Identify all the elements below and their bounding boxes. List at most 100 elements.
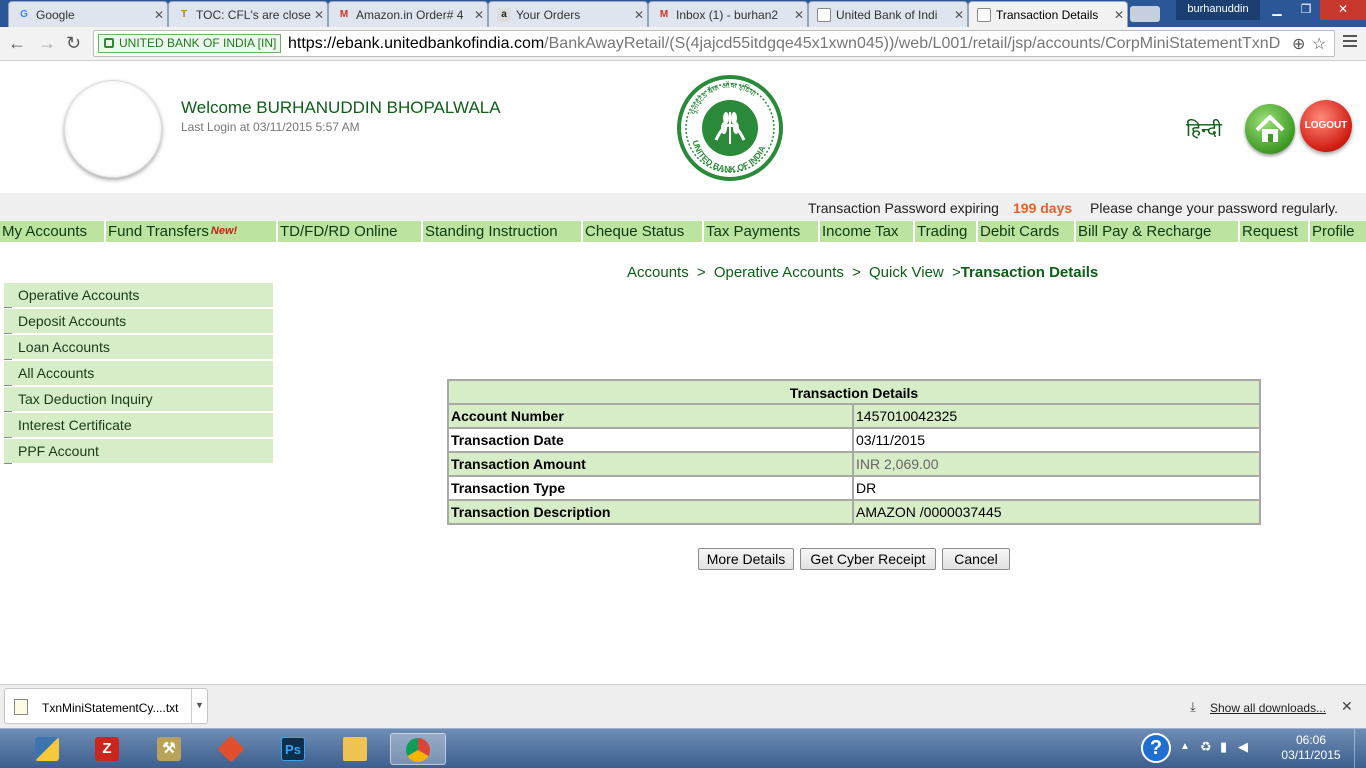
more-details-button[interactable]: More Details xyxy=(698,548,794,570)
close-tab-icon[interactable]: ✕ xyxy=(951,8,967,22)
python-taskbar-button[interactable] xyxy=(28,733,66,765)
logout-button[interactable]: LOGOUT xyxy=(1300,100,1352,152)
clock-date: 03/11/2015 xyxy=(1281,748,1341,762)
nav-income-tax[interactable]: Income Tax xyxy=(820,221,915,242)
profile-name[interactable]: burhanuddin xyxy=(1176,0,1260,20)
help-icon[interactable]: ? xyxy=(1141,733,1171,763)
tab-title: Amazon.in Order# 4 xyxy=(356,7,464,22)
transaction-date-value: 03/11/2015 xyxy=(856,432,926,448)
browser-tab-your-orders[interactable]: a Your Orders ✕ xyxy=(488,1,648,27)
nav-td-fd-rd-online[interactable]: TD/FD/RD Online xyxy=(278,221,423,242)
volume-icon[interactable]: ◀ xyxy=(1238,739,1248,755)
zoom-icon[interactable]: ⊕ xyxy=(1292,34,1305,54)
close-tab-icon[interactable]: ✕ xyxy=(151,8,167,22)
transaction-description-value: AMAZON /0000037445 xyxy=(856,504,1002,520)
url-host: https://ebank.unitedbankofindia.com xyxy=(288,35,545,52)
bookmark-star-icon[interactable]: ☆ xyxy=(1312,34,1326,54)
explorer-taskbar-button[interactable] xyxy=(336,733,374,765)
nav-profile[interactable]: Profile xyxy=(1310,221,1366,242)
git-taskbar-button[interactable] xyxy=(212,733,250,765)
nav-standing-instruction[interactable]: Standing Instruction xyxy=(423,221,583,242)
url-text[interactable]: https://ebank.unitedbankofindia.com/Bank… xyxy=(288,35,1288,53)
nav-my-accounts[interactable]: My Accounts xyxy=(0,221,106,242)
nav-fund-transfers[interactable]: Fund Transfers New! xyxy=(106,221,278,242)
breadcrumb-operative-accounts[interactable]: Operative Accounts xyxy=(714,264,844,281)
nav-label: Income Tax xyxy=(822,223,899,240)
chrome-taskbar-button[interactable] xyxy=(390,733,446,765)
nav-label: My Accounts xyxy=(2,223,88,240)
sidebar-item-ppf-account[interactable]: PPF Account xyxy=(4,439,273,464)
breadcrumb-separator: > xyxy=(696,264,706,281)
browser-tab-amazon-order[interactable]: M Amazon.in Order# 4 ✕ xyxy=(328,1,488,27)
get-cyber-receipt-button[interactable]: Get Cyber Receipt xyxy=(800,548,936,570)
download-item[interactable]: TxnMiniStatementCy....txt ▼ xyxy=(4,688,208,724)
close-tab-icon[interactable]: ✕ xyxy=(1111,8,1127,22)
reload-icon[interactable]: ↻ xyxy=(66,33,81,54)
close-tab-icon[interactable]: ✕ xyxy=(311,8,327,22)
tab-title: Google xyxy=(36,7,75,22)
minimize-icon[interactable]: ▁ xyxy=(1262,0,1292,20)
filezilla-icon: Z xyxy=(95,737,119,761)
chevron-down-icon[interactable]: ▼ xyxy=(191,689,207,723)
transaction-amount-value: INR 2,069.00 xyxy=(856,456,939,472)
sidebar-item-deposit-accounts[interactable]: Deposit Accounts xyxy=(4,309,273,334)
breadcrumb-quick-view[interactable]: Quick View xyxy=(869,264,944,281)
tab-title: Your Orders xyxy=(516,7,581,22)
nav-request[interactable]: Request xyxy=(1240,221,1310,242)
window-close-icon[interactable]: ✕ xyxy=(1320,0,1366,20)
google-icon: G xyxy=(20,8,28,20)
sidebar-item-loan-accounts[interactable]: Loan Accounts xyxy=(4,335,273,360)
toc-icon: T xyxy=(180,8,188,20)
close-tab-icon[interactable]: ✕ xyxy=(631,8,647,22)
show-desktop-button[interactable] xyxy=(1354,729,1366,768)
amazon-icon: a xyxy=(497,7,511,22)
password-days-left: 199 days xyxy=(1013,200,1073,216)
photoshop-taskbar-button[interactable]: Ps xyxy=(274,733,312,765)
show-all-downloads-link[interactable]: Show all downloads... xyxy=(1210,701,1326,715)
tools-icon: ⚒ xyxy=(157,737,181,761)
browser-tab-google[interactable]: G Google ✕ xyxy=(8,1,168,27)
chrome-menu-icon[interactable] xyxy=(1343,35,1357,50)
row-label: Transaction Type xyxy=(449,477,854,499)
password-notice-bar: Transaction Password expiring 199 days P… xyxy=(0,193,1366,221)
nav-tax-payments[interactable]: Tax Payments xyxy=(704,221,820,242)
close-tab-icon[interactable]: ✕ xyxy=(791,8,807,22)
sidebar-item-interest-certificate[interactable]: Interest Certificate xyxy=(4,413,273,438)
password-notice-prefix: Transaction Password expiring xyxy=(808,200,999,216)
restore-icon[interactable]: ❐ xyxy=(1292,0,1320,20)
browser-tab-ubi[interactable]: United Bank of Indi ✕ xyxy=(808,1,968,27)
nav-bill-pay-recharge[interactable]: Bill Pay & Recharge xyxy=(1076,221,1240,242)
tray-expand-icon[interactable]: ▲ xyxy=(1180,741,1190,752)
address-bar[interactable]: UNITED BANK OF INDIA [IN] https://ebank.… xyxy=(93,30,1335,57)
filezilla-taskbar-button[interactable]: Z xyxy=(88,733,126,765)
nav-trading[interactable]: Trading xyxy=(915,221,978,242)
ev-certificate-badge[interactable]: UNITED BANK OF INDIA [IN] xyxy=(98,34,282,53)
accounts-sidebar: Operative Accounts Deposit Accounts Loan… xyxy=(4,283,273,465)
home-button[interactable] xyxy=(1245,104,1295,154)
network-icon[interactable]: ▮ xyxy=(1220,739,1227,755)
forward-icon[interactable]: → xyxy=(38,33,56,54)
download-icon: ⤓ xyxy=(1190,699,1196,714)
sidebar-item-operative-accounts[interactable]: Operative Accounts xyxy=(4,283,273,308)
new-tab-button[interactable] xyxy=(1130,6,1160,22)
hindi-language-link[interactable]: हिन्दी xyxy=(1186,116,1222,142)
browser-tab-inbox[interactable]: M Inbox (1) - burhan2 ✕ xyxy=(648,1,808,27)
sync-icon[interactable]: ♻ xyxy=(1200,739,1212,755)
close-tab-icon[interactable]: ✕ xyxy=(471,8,487,22)
cancel-button[interactable]: Cancel xyxy=(942,548,1010,570)
breadcrumb-accounts[interactable]: Accounts xyxy=(627,264,689,281)
clock[interactable]: 06:06 03/11/2015 xyxy=(1278,733,1344,763)
git-icon xyxy=(217,735,245,763)
nav-cheque-status[interactable]: Cheque Status xyxy=(583,221,704,242)
nav-debit-cards[interactable]: Debit Cards xyxy=(978,221,1076,242)
sidebar-item-all-accounts[interactable]: All Accounts xyxy=(4,361,273,386)
back-icon[interactable]: ← xyxy=(8,33,26,54)
nav-label: Bill Pay & Recharge xyxy=(1078,223,1212,240)
row-label: Transaction Amount xyxy=(449,453,854,475)
browser-tab-toc[interactable]: T TOC: CFL's are close ✕ xyxy=(168,1,328,27)
close-icon[interactable]: ✕ xyxy=(1341,698,1353,715)
sidebar-item-tax-deduction-inquiry[interactable]: Tax Deduction Inquiry xyxy=(4,387,273,412)
browser-tab-transaction-details[interactable]: Transaction Details ✕ xyxy=(968,1,1128,27)
main-nav: My Accounts Fund Transfers New! TD/FD/RD … xyxy=(0,221,1366,242)
tools-taskbar-button[interactable]: ⚒ xyxy=(150,733,188,765)
